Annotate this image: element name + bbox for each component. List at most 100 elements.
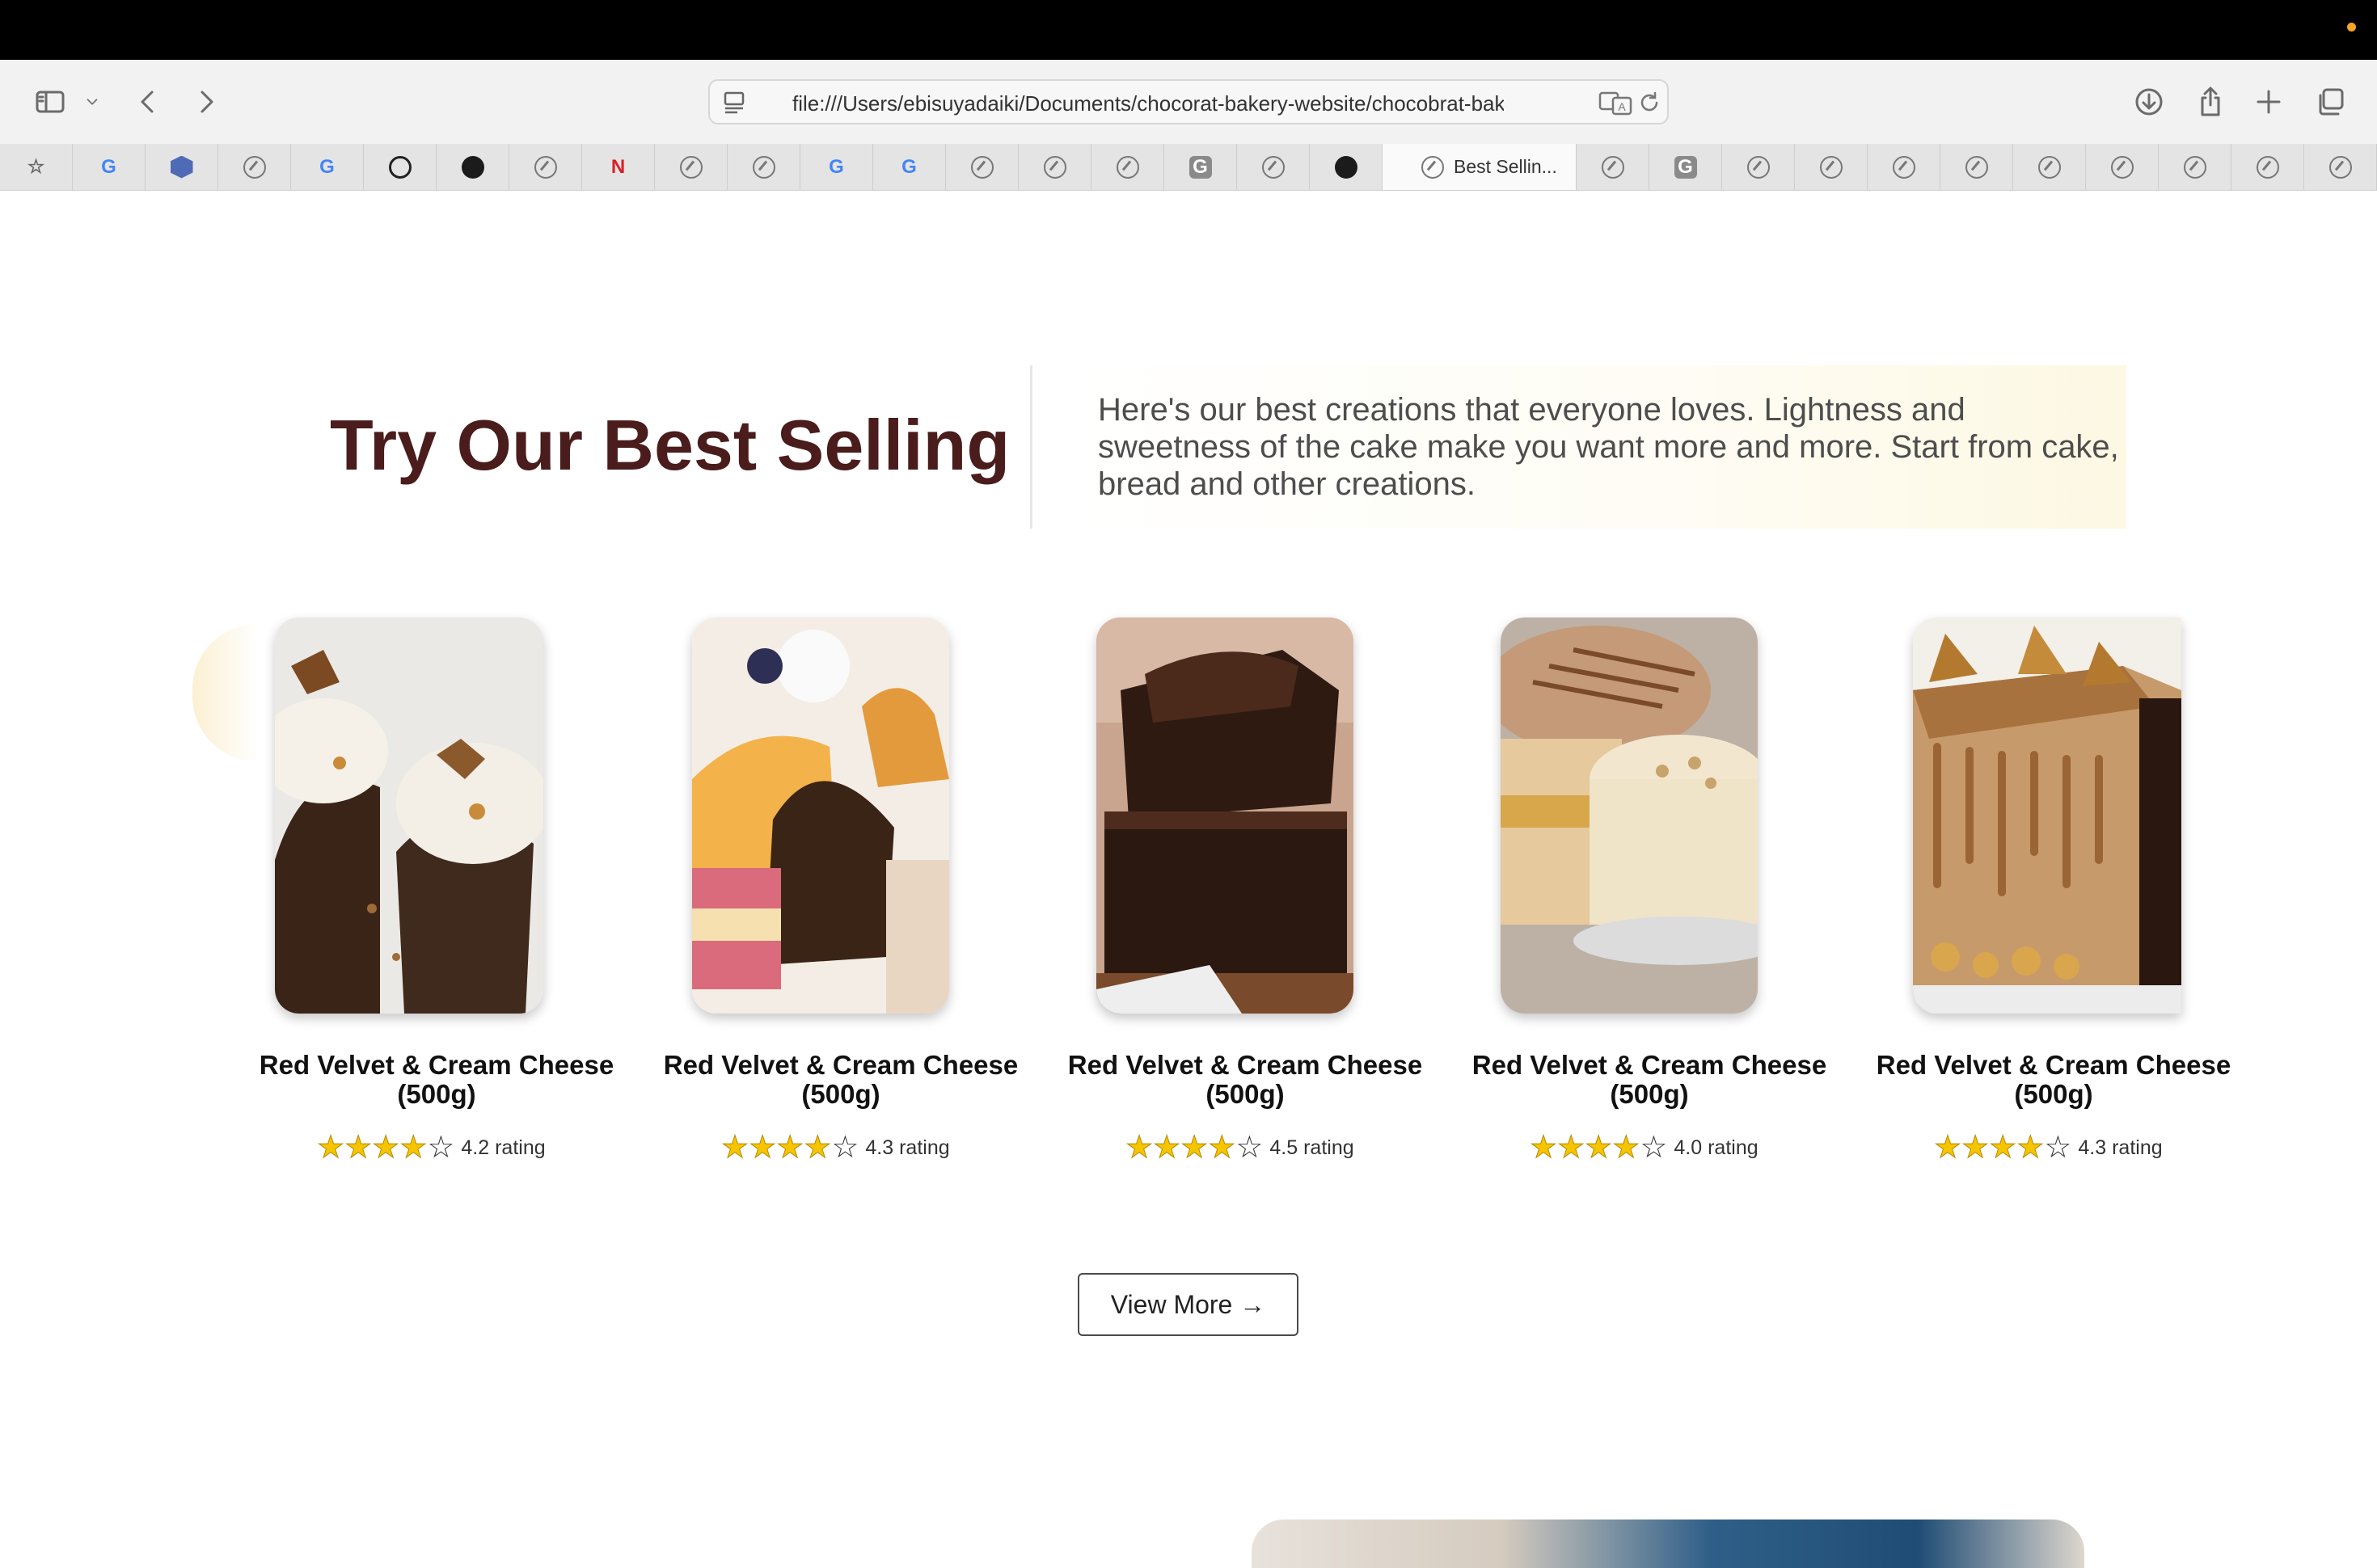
browser-tab[interactable] (946, 144, 1019, 190)
compass-icon (1746, 155, 1770, 179)
compass-icon (2037, 155, 2061, 179)
browser-tab[interactable] (146, 144, 218, 190)
product-image[interactable] (1913, 618, 2181, 1014)
product-rating: ★ ★ ★ ★ ☆ 4.3 rating (720, 1131, 950, 1165)
decorative-shape (192, 624, 257, 761)
browser-tab[interactable] (1722, 144, 1795, 190)
browser-tab[interactable] (509, 144, 582, 190)
reload-icon[interactable] (1636, 89, 1662, 116)
browser-tab[interactable] (1019, 144, 1091, 190)
browser-tab[interactable] (218, 144, 291, 190)
compass-icon (1043, 155, 1066, 179)
section-heading: Try Our Best Selling (330, 405, 1011, 485)
compass-icon (1892, 155, 1915, 179)
compass-icon (1819, 155, 1843, 179)
browser-tab[interactable]: G (800, 144, 873, 190)
google-icon: G (829, 155, 844, 178)
sidebar-toggle-icon[interactable] (29, 81, 71, 123)
url-text[interactable]: file:///Users/ebisuyadaiki/Documents/cho… (792, 91, 1504, 116)
forward-icon[interactable] (184, 81, 226, 123)
browser-tab[interactable]: N (582, 144, 655, 190)
browser-tab[interactable] (2086, 144, 2159, 190)
share-icon[interactable] (2189, 81, 2231, 123)
rating-text: 4.3 rating (2078, 1136, 2163, 1159)
star-empty-icon: ☆ (831, 1131, 859, 1165)
tab-label: Best Sellin... (1454, 156, 1557, 177)
star-filled-icon: ★ (1933, 1131, 1962, 1165)
hexagon-icon (170, 155, 193, 179)
address-bar[interactable]: file:///Users/ebisuyadaiki/Documents/cho… (708, 79, 1669, 124)
product-image[interactable] (692, 618, 949, 1014)
browser-tab[interactable] (1940, 144, 2013, 190)
bookmarks-tab[interactable]: ☆ (0, 144, 73, 190)
star-filled-icon: ★ (1989, 1131, 2017, 1165)
page-menu-icon[interactable] (721, 89, 749, 116)
rating-text: 4.5 rating (1269, 1136, 1354, 1159)
star-filled-icon: ★ (1208, 1131, 1236, 1165)
product-name: Red Velvet & Cream Cheese (500g) (1067, 1050, 1423, 1109)
product-name: Red Velvet & Cream Cheese (500g) (1876, 1050, 2231, 1109)
view-more-button[interactable]: View More → (1078, 1273, 1298, 1336)
tab-best-selling[interactable]: Best Sellin... (1383, 144, 1577, 190)
star-empty-icon: ☆ (1640, 1131, 1668, 1165)
browser-tab[interactable] (2159, 144, 2231, 190)
openai-icon (388, 155, 412, 179)
product-image[interactable] (1096, 618, 1353, 1014)
chevron-down-icon[interactable] (78, 81, 107, 123)
compass-icon (2110, 155, 2134, 179)
browser-tab[interactable] (655, 144, 728, 190)
browser-tab[interactable] (1577, 144, 1649, 190)
product-name: Red Velvet & Cream Cheese (500g) (1471, 1050, 1827, 1109)
star-empty-icon: ☆ (427, 1131, 455, 1165)
heading-divider (1030, 365, 1032, 529)
star-filled-icon: ★ (1557, 1131, 1585, 1165)
browser-tab[interactable] (2231, 144, 2304, 190)
product-rating: ★ ★ ★ ★ ☆ 4.5 rating (1125, 1131, 1354, 1165)
browser-tab[interactable]: G (291, 144, 364, 190)
downloads-icon[interactable] (2128, 81, 2170, 123)
star-filled-icon: ★ (344, 1131, 373, 1165)
star-filled-icon: ★ (1612, 1131, 1640, 1165)
tab-strip: ☆ G G N G G G Best Sellin... G (0, 144, 2377, 191)
star-filled-icon: ★ (720, 1131, 749, 1165)
star-filled-icon: ★ (1585, 1131, 1613, 1165)
browser-tab[interactable] (1795, 144, 1868, 190)
compass-icon (752, 155, 775, 179)
browser-tab[interactable] (2013, 144, 2086, 190)
product-image[interactable] (275, 618, 543, 1014)
svg-text:A: A (1618, 100, 1626, 113)
product-rating: ★ ★ ★ ★ ☆ 4.0 rating (1529, 1131, 1758, 1165)
product-rating: ★ ★ ★ ★ ☆ 4.2 rating (316, 1131, 545, 1165)
browser-tab[interactable]: G (1164, 144, 1237, 190)
browser-tab[interactable]: G (1649, 144, 1722, 190)
browser-tab[interactable] (437, 144, 509, 190)
browser-tab[interactable] (1868, 144, 1940, 190)
star-filled-icon: ★ (399, 1131, 428, 1165)
product-image[interactable] (1501, 618, 1758, 1014)
star-filled-icon: ★ (776, 1131, 804, 1165)
browser-tab[interactable]: G (73, 144, 146, 190)
grammarly-icon: G (1674, 155, 1697, 179)
browser-tab[interactable] (1310, 144, 1383, 190)
browser-tab[interactable] (364, 144, 437, 190)
compass-icon (1965, 155, 1988, 179)
product-rating: ★ ★ ★ ★ ☆ 4.3 rating (1933, 1131, 2163, 1165)
browser-tab[interactable] (2304, 144, 2377, 190)
section-description: Here's our best creations that everyone … (1098, 392, 2119, 502)
browser-tab[interactable] (728, 144, 800, 190)
translate-icon[interactable]: A (1598, 89, 1633, 116)
star-filled-icon: ★ (804, 1131, 832, 1165)
browser-tab[interactable] (1237, 144, 1310, 190)
compass-icon (2328, 155, 2352, 179)
rating-text: 4.3 rating (865, 1136, 950, 1159)
new-tab-icon[interactable] (2248, 81, 2290, 123)
browser-tab[interactable]: G (873, 144, 946, 190)
compass-icon (1421, 155, 1444, 179)
back-icon[interactable] (128, 81, 170, 123)
browser-tab[interactable] (1091, 144, 1164, 190)
tab-overview-icon[interactable] (2309, 81, 2351, 123)
netflix-icon: N (610, 155, 626, 178)
star-filled-icon: ★ (1961, 1131, 1990, 1165)
star-filled-icon: ★ (1153, 1131, 1181, 1165)
star-icon: ☆ (27, 156, 45, 178)
